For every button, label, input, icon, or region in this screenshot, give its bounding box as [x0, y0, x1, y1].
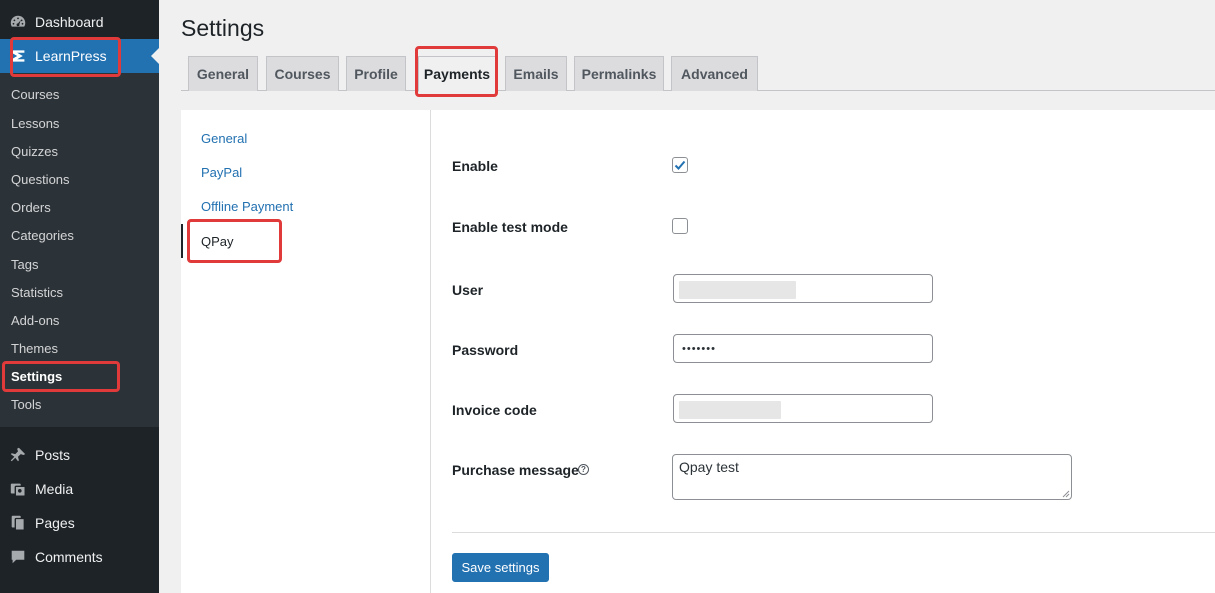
purchase-message-label: Purchase message — [452, 462, 579, 478]
menu-media-label: Media — [35, 481, 74, 497]
media-icon — [8, 479, 28, 499]
payment-methods-nav: General PayPal Offline Payment QPay — [181, 110, 431, 593]
resize-grip-icon[interactable] — [1062, 490, 1070, 498]
menu-media[interactable]: Media — [0, 472, 159, 506]
checkmark-icon — [674, 160, 686, 170]
tab-permalinks[interactable]: Permalinks — [574, 56, 664, 91]
submenu-statistics[interactable]: Statistics — [11, 285, 63, 300]
tab-general[interactable]: General — [188, 56, 258, 91]
subnav-general[interactable]: General — [201, 131, 247, 146]
user-input[interactable] — [673, 274, 933, 303]
redacted-value — [679, 281, 796, 299]
pages-icon — [8, 513, 28, 533]
password-value: ••••••• — [682, 342, 716, 355]
tab-profile[interactable]: Profile — [346, 56, 406, 91]
submenu-quizzes[interactable]: Quizzes — [11, 144, 58, 159]
highlight-settings — [2, 361, 120, 392]
highlight-learnpress — [10, 37, 121, 77]
subnav-offline-payment[interactable]: Offline Payment — [201, 199, 293, 214]
submenu-tools[interactable]: Tools — [11, 397, 41, 412]
submenu-categories[interactable]: Categories — [11, 228, 74, 243]
settings-panel: General PayPal Offline Payment QPay Enab… — [181, 110, 1215, 593]
submenu-courses[interactable]: Courses — [11, 87, 59, 102]
highlight-qpay — [187, 219, 282, 263]
highlight-payments-tab — [415, 46, 498, 97]
enable-checkbox[interactable] — [672, 157, 688, 173]
menu-comments-label: Comments — [35, 549, 103, 565]
admin-sidebar: Dashboard LearnPress Courses Lessons Qui… — [0, 0, 159, 593]
submenu-questions[interactable]: Questions — [11, 172, 70, 187]
password-label: Password — [452, 342, 519, 358]
dashboard-icon — [8, 12, 28, 32]
invoice-code-input[interactable] — [673, 394, 933, 423]
redacted-value — [679, 401, 781, 419]
menu-pages-label: Pages — [35, 515, 75, 531]
comment-icon — [8, 547, 28, 567]
settings-tabs: General Courses Profile Payments Emails … — [181, 56, 1215, 92]
test-mode-label: Enable test mode — [452, 219, 568, 235]
menu-pages[interactable]: Pages — [0, 506, 159, 540]
divider — [452, 532, 1215, 533]
menu-posts-label: Posts — [35, 447, 71, 463]
submenu-add-ons[interactable]: Add-ons — [11, 313, 59, 328]
enable-label: Enable — [452, 158, 498, 174]
subnav-paypal[interactable]: PayPal — [201, 165, 242, 180]
purchase-message-value: Qpay test — [679, 459, 739, 475]
tab-advanced[interactable]: Advanced — [671, 56, 758, 91]
submenu-tags[interactable]: Tags — [11, 257, 38, 272]
submenu-themes[interactable]: Themes — [11, 341, 58, 356]
pin-icon — [8, 445, 28, 465]
page-title: Settings — [181, 15, 265, 41]
save-settings-button[interactable]: Save settings — [452, 553, 549, 582]
menu-comments[interactable]: Comments — [0, 540, 159, 574]
user-label: User — [452, 282, 484, 298]
submenu-lessons[interactable]: Lessons — [11, 116, 59, 131]
tab-emails[interactable]: Emails — [505, 56, 567, 91]
menu-posts[interactable]: Posts — [0, 438, 159, 472]
menu-dashboard-label: Dashboard — [35, 14, 104, 30]
menu-dashboard[interactable]: Dashboard — [0, 5, 159, 39]
test-mode-checkbox[interactable] — [672, 218, 688, 234]
help-icon[interactable]: ? — [578, 464, 589, 475]
invoice-code-label: Invoice code — [452, 402, 537, 418]
purchase-message-textarea[interactable]: Qpay test — [672, 454, 1072, 500]
submenu-orders[interactable]: Orders — [11, 200, 51, 215]
tab-courses[interactable]: Courses — [266, 56, 339, 91]
subnav-active-indicator — [181, 224, 183, 258]
password-input[interactable]: ••••••• — [673, 334, 933, 363]
